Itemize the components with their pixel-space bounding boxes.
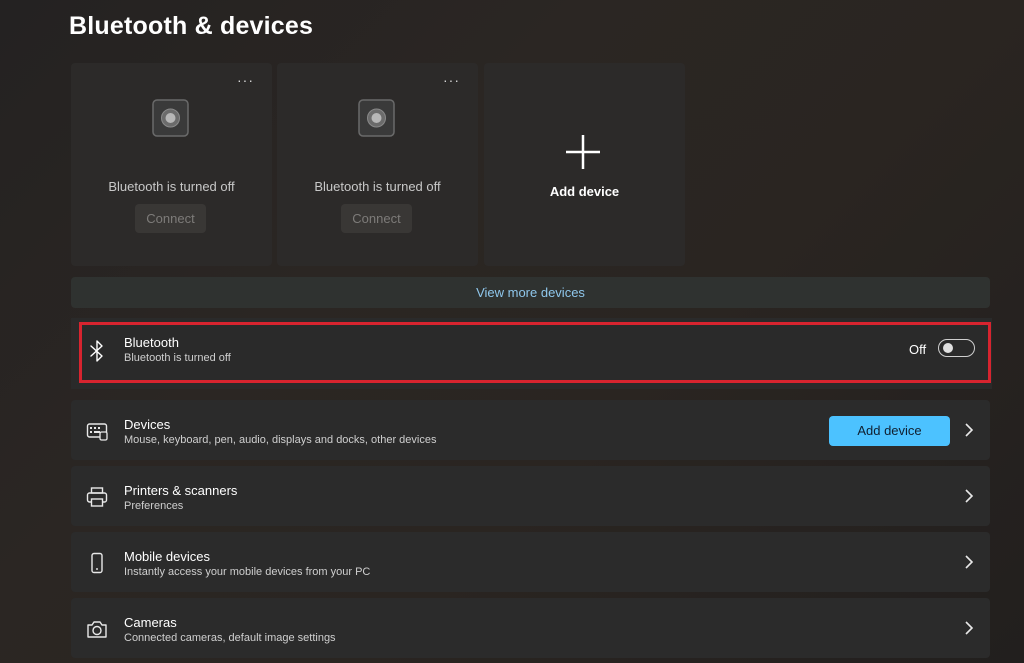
plus-icon	[566, 135, 600, 169]
row-subtitle: Connected cameras, default image setting…	[124, 632, 336, 644]
device-card[interactable]: ··· Bluetooth is turned off Connect	[277, 63, 478, 266]
printer-icon	[86, 487, 108, 507]
connect-button[interactable]: Connect	[135, 204, 206, 233]
add-device-label: Add device	[549, 184, 620, 199]
chevron-right-icon	[965, 489, 974, 503]
row-subtitle: Mouse, keyboard, pen, audio, displays an…	[124, 434, 437, 446]
phone-icon	[91, 552, 103, 574]
chevron-right-icon	[965, 423, 974, 437]
keyboard-icon	[86, 423, 108, 441]
speaker-icon	[358, 99, 395, 137]
more-options-icon[interactable]: ···	[443, 73, 460, 87]
row-subtitle: Preferences	[124, 500, 184, 512]
bluetooth-title: Bluetooth	[124, 335, 179, 350]
row-title: Mobile devices	[124, 549, 210, 564]
camera-icon	[87, 621, 107, 638]
chevron-right-icon	[965, 555, 974, 569]
more-options-icon[interactable]: ···	[237, 73, 254, 87]
bluetooth-row: Bluetooth Bluetooth is turned off Off	[71, 318, 992, 389]
row-title: Devices	[124, 417, 171, 432]
row-title: Cameras	[124, 615, 177, 630]
bluetooth-subtitle: Bluetooth is turned off	[124, 352, 231, 364]
connect-button[interactable]: Connect	[341, 204, 412, 233]
bluetooth-toggle-label: Off	[909, 342, 927, 357]
device-status: Bluetooth is turned off	[314, 179, 441, 194]
settings-row-printers[interactable]: Printers & scanners Preferences	[71, 466, 990, 526]
add-device-button[interactable]: Add device	[829, 416, 950, 446]
page-title: Bluetooth & devices	[69, 12, 314, 40]
toggle-knob	[943, 343, 953, 353]
settings-row-cameras[interactable]: Cameras Connected cameras, default image…	[71, 598, 990, 658]
device-card[interactable]: ··· Bluetooth is turned off Connect	[71, 63, 272, 266]
view-more-devices-link[interactable]: View more devices	[71, 277, 990, 308]
settings-row-devices[interactable]: Devices Mouse, keyboard, pen, audio, dis…	[71, 400, 990, 460]
add-device-card[interactable]: Add device	[484, 63, 685, 266]
bluetooth-toggle[interactable]	[938, 339, 975, 357]
row-subtitle: Instantly access your mobile devices fro…	[124, 566, 371, 578]
row-title: Printers & scanners	[124, 483, 238, 498]
settings-row-mobile[interactable]: Mobile devices Instantly access your mob…	[71, 532, 990, 592]
chevron-right-icon	[965, 621, 974, 635]
bluetooth-icon	[90, 340, 103, 362]
speaker-icon	[152, 99, 189, 137]
device-status: Bluetooth is turned off	[108, 179, 235, 194]
